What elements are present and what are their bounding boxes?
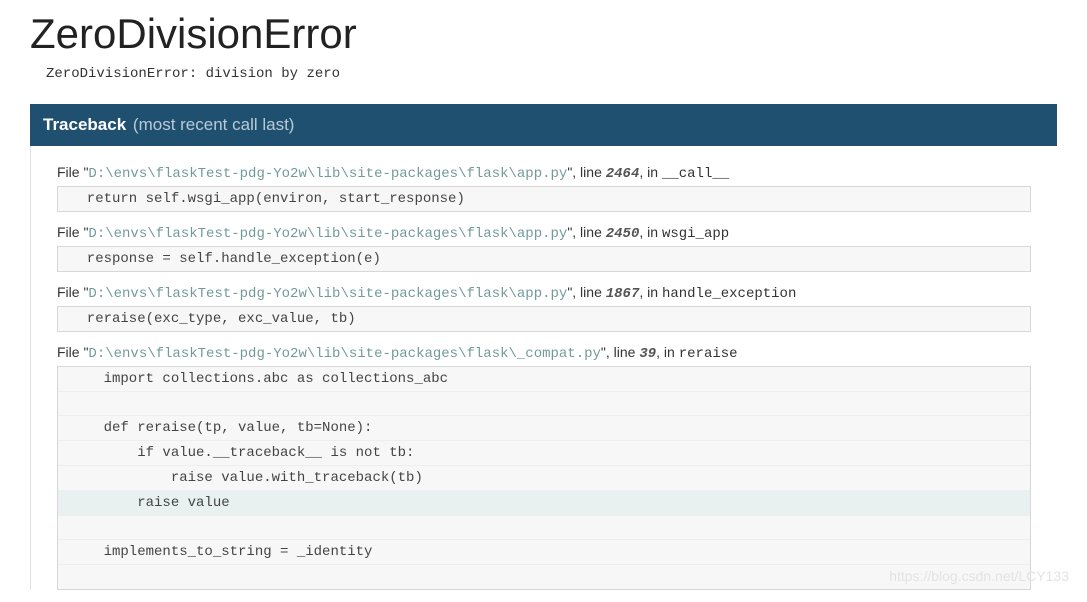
frame-path: D:\envs\flaskTest-pdg-Yo2w\lib\site-pack… xyxy=(88,166,567,182)
frame-in: , in xyxy=(639,164,662,180)
frame-prefix: File " xyxy=(57,344,88,360)
frame-lineno: 2464 xyxy=(606,166,640,182)
frame-func: wsgi_app xyxy=(662,226,729,242)
code-line[interactable]: if value.__traceback__ is not tb: xyxy=(58,441,1030,466)
frame-header: File "D:\envs\flaskTest-pdg-Yo2w\lib\sit… xyxy=(57,224,1031,242)
frame-lineno: 2450 xyxy=(606,226,640,242)
traceback-subtitle: (most recent call last) xyxy=(133,115,295,134)
traceback-frame[interactable]: File "D:\envs\flaskTest-pdg-Yo2w\lib\sit… xyxy=(57,224,1031,272)
code-line[interactable]: raise value.with_traceback(tb) xyxy=(58,466,1030,491)
exception-message: ZeroDivisionError: division by zero xyxy=(30,66,1057,82)
error-title: ZeroDivisionError xyxy=(30,10,1057,58)
code-line[interactable]: implements_to_string = _identity xyxy=(58,540,1030,565)
frame-lineno: 39 xyxy=(639,346,656,362)
traceback-label: Traceback xyxy=(43,115,126,134)
frame-mid: ", line xyxy=(601,344,639,360)
traceback-frame[interactable]: File "D:\envs\flaskTest-pdg-Yo2w\lib\sit… xyxy=(57,284,1031,332)
code-line[interactable] xyxy=(58,392,1030,416)
frame-prefix: File " xyxy=(57,284,88,300)
frame-mid: ", line xyxy=(567,224,605,240)
frame-header: File "D:\envs\flaskTest-pdg-Yo2w\lib\sit… xyxy=(57,284,1031,302)
code-line[interactable] xyxy=(58,565,1030,589)
code-line[interactable]: import collections.abc as collections_ab… xyxy=(58,367,1030,392)
frame-path: D:\envs\flaskTest-pdg-Yo2w\lib\site-pack… xyxy=(88,286,567,302)
code-block[interactable]: import collections.abc as collections_ab… xyxy=(57,366,1031,590)
frame-path: D:\envs\flaskTest-pdg-Yo2w\lib\site-pack… xyxy=(88,346,600,362)
frame-in: , in xyxy=(639,224,662,240)
code-line[interactable]: raise value xyxy=(58,491,1030,516)
code-line[interactable]: response = self.handle_exception(e) xyxy=(58,247,1030,271)
code-block[interactable]: reraise(exc_type, exc_value, tb) xyxy=(57,306,1031,332)
frame-func: __call__ xyxy=(662,166,729,182)
frame-prefix: File " xyxy=(57,164,88,180)
traceback-header: Traceback (most recent call last) xyxy=(30,104,1057,146)
traceback-frames: File "D:\envs\flaskTest-pdg-Yo2w\lib\sit… xyxy=(30,146,1057,590)
frame-mid: ", line xyxy=(567,284,605,300)
frame-prefix: File " xyxy=(57,224,88,240)
frame-lineno: 1867 xyxy=(606,286,640,302)
code-line[interactable]: reraise(exc_type, exc_value, tb) xyxy=(58,307,1030,331)
frame-mid: ", line xyxy=(567,164,605,180)
frame-func: handle_exception xyxy=(662,286,796,302)
traceback-frame[interactable]: File "D:\envs\flaskTest-pdg-Yo2w\lib\sit… xyxy=(57,344,1031,590)
code-block[interactable]: response = self.handle_exception(e) xyxy=(57,246,1031,272)
frame-in: , in xyxy=(656,344,679,360)
frame-header: File "D:\envs\flaskTest-pdg-Yo2w\lib\sit… xyxy=(57,164,1031,182)
code-block[interactable]: return self.wsgi_app(environ, start_resp… xyxy=(57,186,1031,212)
frame-in: , in xyxy=(639,284,662,300)
code-line[interactable] xyxy=(58,516,1030,540)
traceback-frame[interactable]: File "D:\envs\flaskTest-pdg-Yo2w\lib\sit… xyxy=(57,164,1031,212)
frame-func: reraise xyxy=(679,346,738,362)
frame-path: D:\envs\flaskTest-pdg-Yo2w\lib\site-pack… xyxy=(88,226,567,242)
code-line[interactable]: def reraise(tp, value, tb=None): xyxy=(58,416,1030,441)
code-line[interactable]: return self.wsgi_app(environ, start_resp… xyxy=(58,187,1030,211)
frame-header: File "D:\envs\flaskTest-pdg-Yo2w\lib\sit… xyxy=(57,344,1031,362)
